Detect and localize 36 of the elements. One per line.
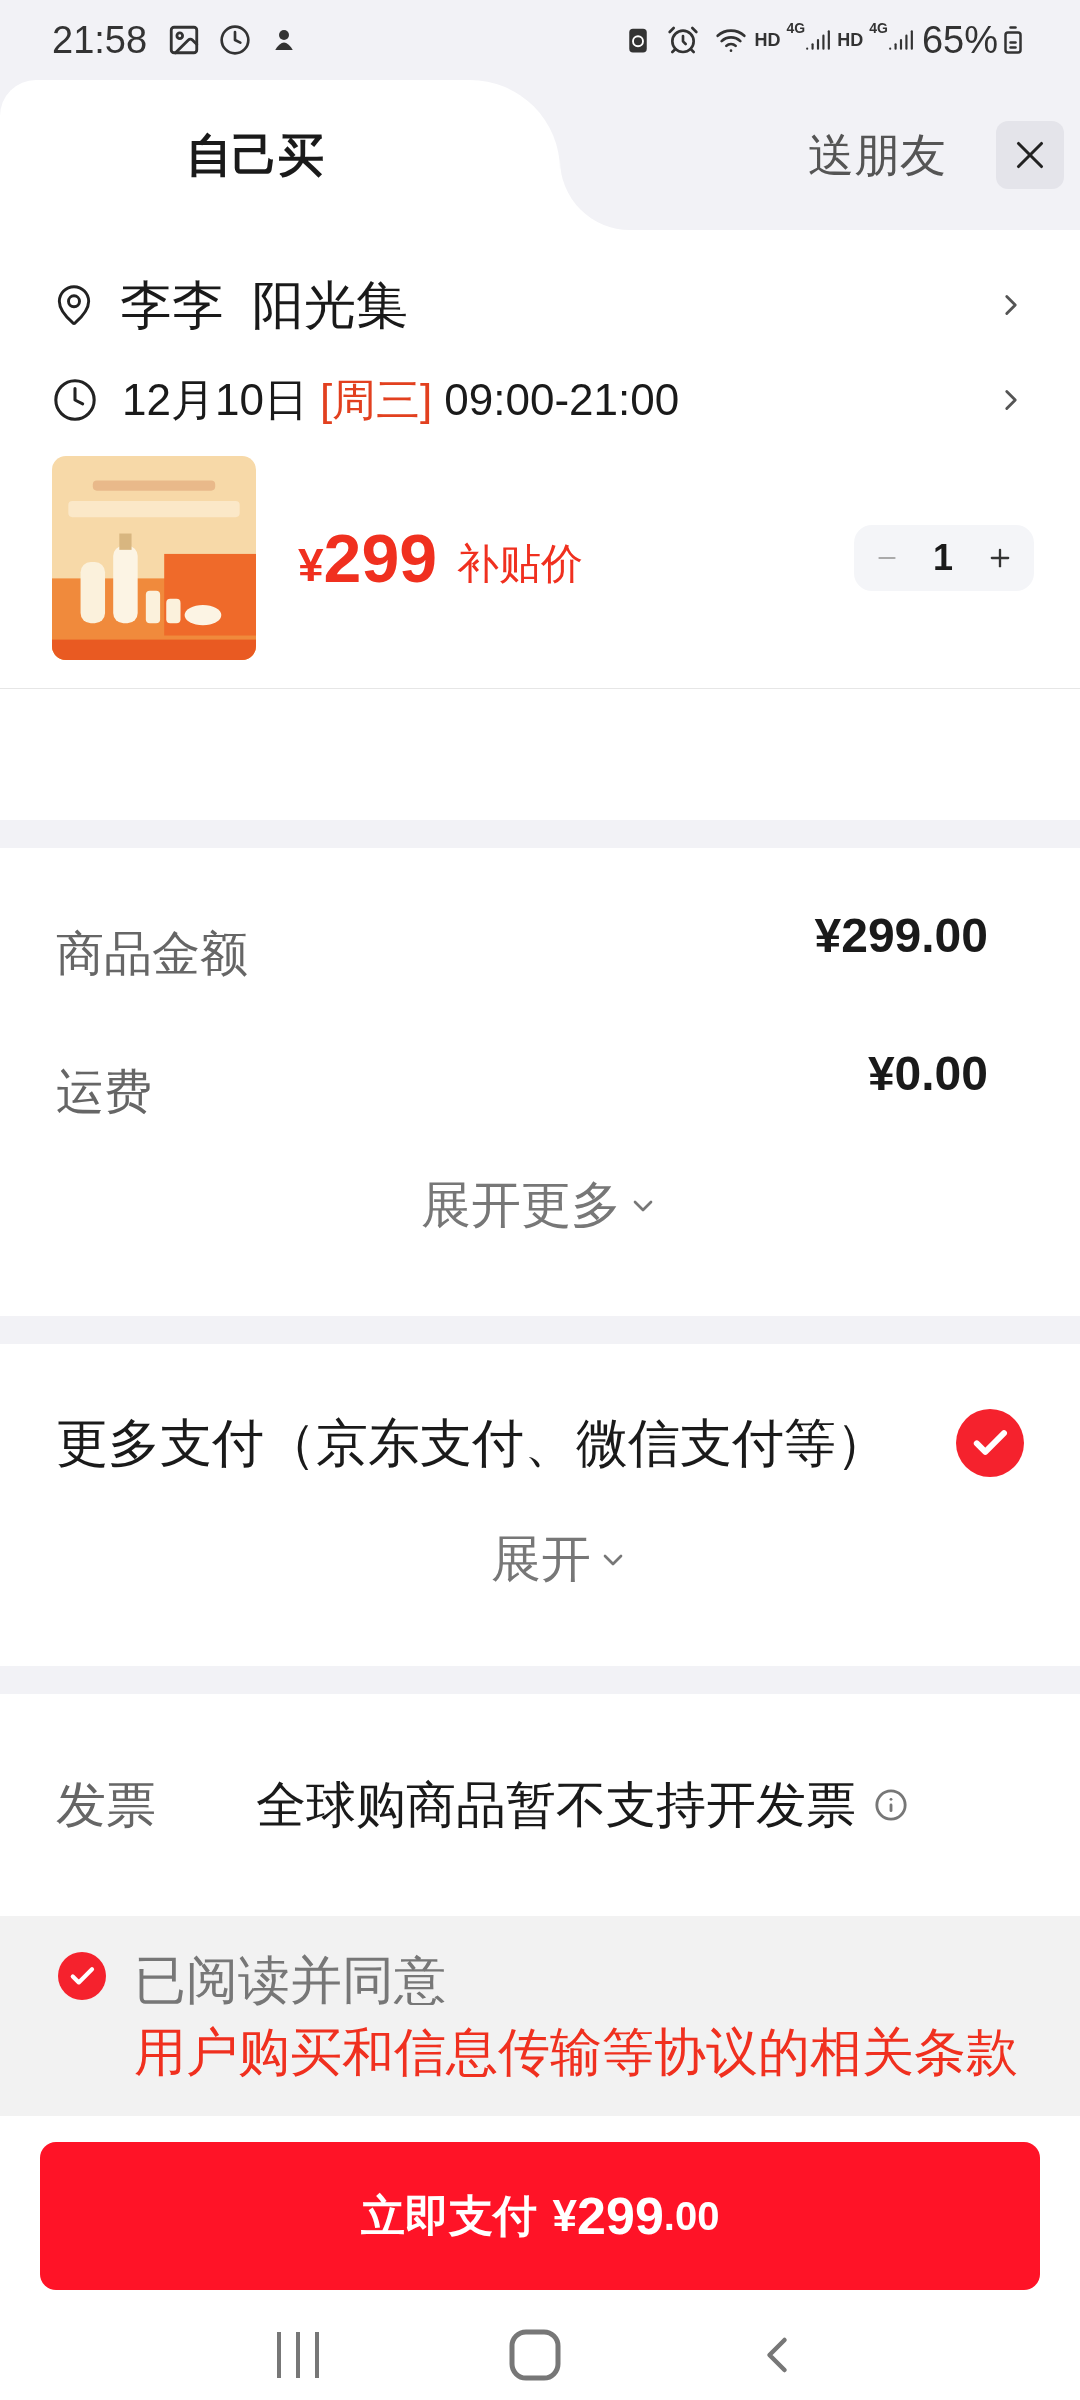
battery-level: 65% bbox=[921, 17, 998, 63]
price-label: 补贴价 bbox=[457, 538, 584, 589]
clock-icon bbox=[219, 24, 252, 56]
home-icon[interactable] bbox=[509, 2329, 561, 2381]
invoice-note: 全球购商品暂不支持开发票 bbox=[256, 1775, 856, 1835]
quantity-value: 1 bbox=[933, 536, 953, 580]
network-label: 4G bbox=[786, 19, 806, 38]
network-label: 4G bbox=[869, 19, 888, 38]
price-currency: ¥ bbox=[298, 537, 324, 593]
tab[interactable]: 自己买 bbox=[0, 80, 560, 230]
summary-label: 运费 bbox=[56, 1064, 152, 1120]
recipient-name: 李李 bbox=[120, 275, 224, 336]
summary-value: ¥0.00 bbox=[867, 1046, 988, 1102]
clock-icon bbox=[52, 377, 98, 423]
info-icon[interactable] bbox=[874, 1788, 908, 1822]
summary-label: 商品金额 bbox=[56, 926, 248, 982]
close-button[interactable] bbox=[996, 121, 1064, 189]
summary-value: ¥299.00 bbox=[814, 908, 988, 964]
expand-button[interactable]: 展开 bbox=[491, 1522, 629, 1597]
pay-button[interactable]: 立即支付 ¥299.00 bbox=[40, 2142, 1040, 2290]
address-text: 阳光集 bbox=[252, 275, 408, 336]
alarm-icon bbox=[666, 24, 699, 56]
delivery-date: 12月10日 bbox=[122, 374, 308, 426]
agreement-checkbox[interactable] bbox=[58, 1952, 106, 2000]
status-time: 21:58 bbox=[52, 17, 148, 63]
network-label: HD bbox=[837, 28, 864, 52]
agreement-text: 已阅读并同意 用户购买和信息传输等协议的相关条款 bbox=[134, 1944, 1022, 2088]
delivery-weekday: [周三] bbox=[319, 374, 433, 426]
agreement-link[interactable]: 用户购买和信息传输等协议的相关条款 bbox=[134, 2016, 1018, 2088]
invoice-label: 发票 bbox=[56, 1775, 157, 1835]
delivery-time: 09:00-21:00 bbox=[444, 374, 680, 426]
tab[interactable]: 送朋友 bbox=[802, 112, 952, 198]
expand-more-button[interactable]: 展开更多 bbox=[421, 1168, 659, 1243]
network-label: HD bbox=[754, 28, 781, 52]
payment-option[interactable]: 更多支付（京东支付、微信支付等） bbox=[56, 1404, 888, 1482]
product-price: 299 bbox=[323, 519, 438, 598]
